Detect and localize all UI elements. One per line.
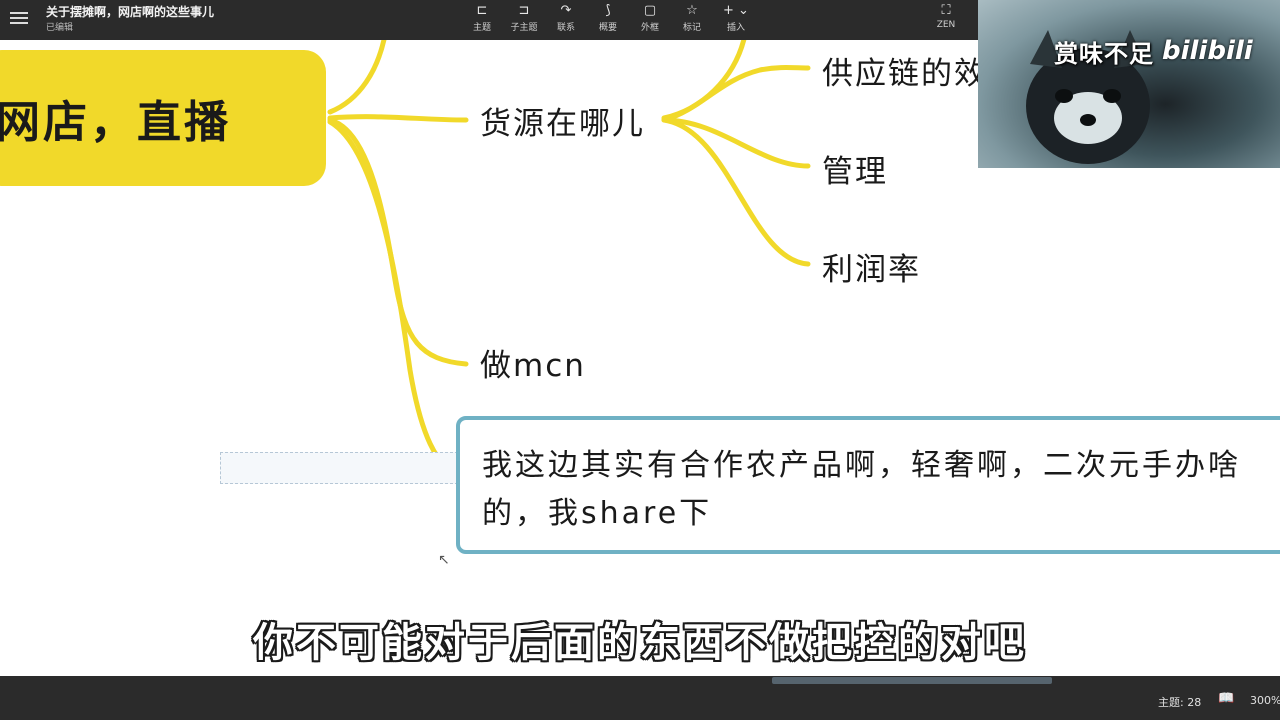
branch-line-note: [327, 119, 469, 483]
outline-book-icon[interactable]: 📖: [1218, 691, 1234, 706]
topic-gongyinglian[interactable]: 供应链的效: [822, 48, 987, 93]
insert-icon: + ⌄: [723, 3, 749, 18]
summary-icon: ⟆: [605, 3, 611, 18]
branch-line-up: [327, 40, 387, 115]
subtopic-icon: ⊐: [518, 3, 530, 18]
status-bar: 主题: 28 📖 300%: [0, 676, 1280, 720]
document-status: 已编辑: [46, 23, 74, 33]
note-topic[interactable]: 我这边其实有合作农产品啊，轻奢啊，二次元手办啥的，我share下: [456, 416, 1280, 554]
topic-icon: ⊏: [476, 3, 488, 18]
relationship-button[interactable]: ↷ 联系: [546, 2, 586, 38]
fullscreen-icon: ⛶: [941, 3, 951, 18]
document-title: 关于摆摊啊，网店啊的这些事儿: [46, 5, 215, 19]
topic-guanli[interactable]: 管理: [822, 146, 888, 191]
video-subtitle: 你不可能对于后面的东西不做把控的对吧: [253, 620, 1027, 666]
boundary-icon: ▢: [643, 3, 657, 18]
marker-button[interactable]: ☆ 标记: [672, 2, 712, 38]
topic-button[interactable]: ⊏ 主题: [462, 2, 502, 38]
subtopic-button[interactable]: ⊐ 子主题: [504, 2, 544, 38]
menu-icon[interactable]: [10, 9, 28, 27]
branch-line-huoyuan: [327, 114, 469, 123]
mouse-cursor-icon: ↖: [438, 552, 450, 568]
zen-mode-button[interactable]: ⛶ ZEN: [926, 2, 966, 38]
topic-lirunlv[interactable]: 利润率: [822, 244, 921, 289]
bilibili-logo: bilibili: [1162, 36, 1253, 66]
topic-huoyuan[interactable]: 货源在哪儿: [480, 98, 645, 143]
branch-line-mcn: [327, 117, 469, 367]
marker-icon: ☆: [686, 3, 698, 18]
relationship-icon: ↷: [560, 3, 572, 18]
topic-mcn[interactable]: 做mcn: [480, 340, 586, 385]
summary-button[interactable]: ⟆ 概要: [588, 2, 628, 38]
insert-button[interactable]: + ⌄ 插入: [716, 2, 756, 38]
root-topic-label: 网店，直播: [0, 97, 231, 148]
video-overlay: 赏味不足 bilibili: [978, 0, 1280, 168]
zoom-level[interactable]: 300%: [1250, 694, 1280, 707]
topic-count: 主题: 28: [1158, 696, 1202, 709]
horizontal-scrollbar[interactable]: [772, 677, 1052, 684]
boundary-button[interactable]: ▢ 外框: [630, 2, 670, 38]
note-text: 我这边其实有合作农产品啊，轻奢啊，二次元手办啥的，我share下: [482, 448, 1241, 531]
overlay-caption: 赏味不足: [1054, 40, 1154, 68]
